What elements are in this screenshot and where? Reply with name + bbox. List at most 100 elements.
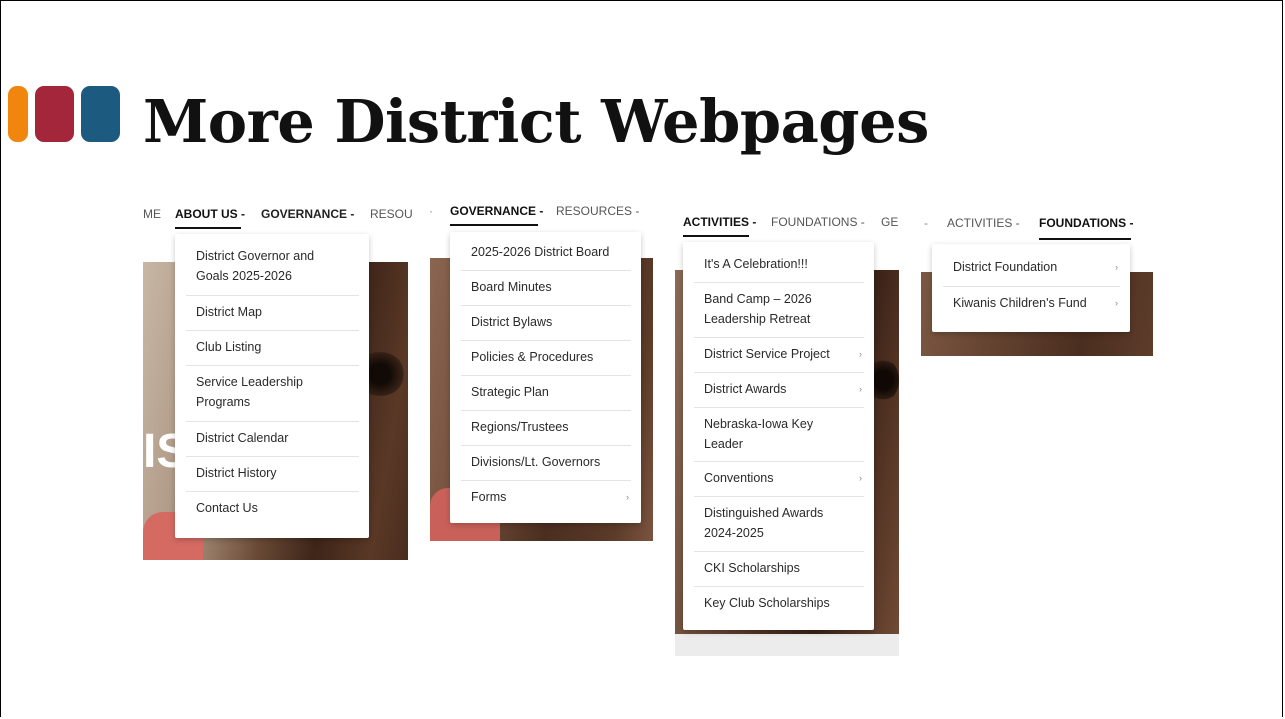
chevron-right-icon: ›	[626, 492, 629, 502]
menu-divider	[694, 496, 864, 497]
orange-accent-block	[8, 86, 28, 142]
menu-item-label: District Foundation	[953, 260, 1058, 274]
governance-menu-screenshot: · GOVERNANCE - RESOURCES - 2025-2026 Dis…	[428, 200, 656, 543]
nav-activities[interactable]: ACTIVITIES -	[947, 216, 1020, 230]
active-underline	[175, 227, 241, 229]
menu-item[interactable]: District Awards ›	[683, 379, 874, 407]
menu-item-label: Nebraska-Iowa Key Leader	[704, 417, 814, 451]
menu-divider	[186, 365, 359, 366]
chevron-right-icon: ›	[859, 349, 862, 359]
nav-foundations[interactable]: FOUNDATIONS -	[1039, 216, 1133, 230]
menu-item[interactable]: 2025-2026 District Board	[450, 242, 641, 270]
menu-item[interactable]: District History	[175, 463, 369, 491]
activities-menu-screenshot: ACTIVITIES - FOUNDATIONS - GE It's A Cel…	[673, 208, 901, 658]
menu-item-label: Policies & Procedures	[471, 350, 594, 364]
main-nav: ACTIVITIES - FOUNDATIONS - GE	[673, 215, 901, 235]
menu-divider	[461, 410, 631, 411]
nav-resources[interactable]: RESOU	[370, 207, 413, 221]
nav-governance[interactable]: GOVERNANCE -	[261, 207, 354, 221]
menu-item-label: District Service Project	[704, 347, 830, 361]
main-nav: - ACTIVITIES - FOUNDATIONS -	[920, 216, 1156, 236]
menu-item-label: District History	[196, 466, 277, 480]
menu-divider	[694, 407, 864, 408]
main-nav: ME ABOUT US - GOVERNANCE - RESOU	[133, 207, 413, 227]
menu-item-label: 2025-2026 District Board	[471, 245, 610, 259]
menu-item-label: Divisions/Lt. Governors	[471, 455, 601, 469]
chevron-right-icon: ›	[1115, 262, 1118, 272]
chevron-right-icon: ›	[859, 384, 862, 394]
menu-item-label: District Awards	[704, 382, 787, 396]
menu-item[interactable]: Divisions/Lt. Governors	[450, 452, 641, 480]
about-us-dropdown: District Governor and Goals 2025-2026 Di…	[175, 234, 369, 538]
menu-item[interactable]: District Calendar	[175, 428, 369, 456]
menu-item[interactable]: District Foundation ›	[932, 257, 1130, 285]
menu-item[interactable]: Regions/Trustees	[450, 417, 641, 445]
menu-divider	[186, 491, 359, 492]
nav-home[interactable]: ME	[143, 207, 161, 221]
menu-divider	[186, 456, 359, 457]
menu-item[interactable]: Policies & Procedures	[450, 347, 641, 375]
chevron-right-icon: ›	[859, 473, 862, 483]
menu-item-label: Strategic Plan	[471, 385, 549, 399]
menu-item-label: Contact Us	[196, 501, 258, 515]
menu-item[interactable]: Forms ›	[450, 487, 641, 515]
menu-divider	[461, 270, 631, 271]
menu-item[interactable]: Contact Us	[175, 498, 369, 526]
foundations-menu-screenshot: - ACTIVITIES - FOUNDATIONS - District Fo…	[920, 208, 1156, 358]
menu-item-label: Forms	[471, 490, 507, 504]
menu-divider	[694, 551, 864, 552]
menu-item[interactable]: Service Leadership Programs	[175, 372, 369, 422]
activities-dropdown: It's A Celebration!!! Band Camp – 2026 L…	[683, 242, 874, 630]
menu-item[interactable]: Conventions ›	[683, 468, 874, 496]
menu-divider	[694, 372, 864, 373]
active-underline	[450, 224, 538, 226]
menu-item[interactable]: Strategic Plan	[450, 382, 641, 410]
menu-item[interactable]: It's A Celebration!!!	[683, 254, 874, 282]
about-us-menu-screenshot: IS ME ABOUT US - GOVERNANCE - RESOU Dist…	[133, 200, 413, 562]
menu-divider	[694, 461, 864, 462]
chevron-right-icon: ›	[1115, 298, 1118, 308]
menu-item-label: Club Listing	[196, 340, 262, 354]
menu-item-label: Band Camp – 2026 Leadership Retreat	[704, 292, 812, 326]
menu-item-label: District Map	[196, 305, 262, 319]
menu-item[interactable]: Key Club Scholarships	[683, 593, 874, 621]
nav-about-us[interactable]: ABOUT US -	[175, 207, 245, 221]
menu-divider	[461, 340, 631, 341]
menu-item-label: Regions/Trustees	[471, 420, 569, 434]
nav-separator: -	[924, 216, 928, 230]
menu-item-label: District Bylaws	[471, 315, 553, 329]
menu-divider	[461, 480, 631, 481]
nav-separator: ·	[429, 204, 433, 218]
menu-divider	[186, 330, 359, 331]
nav-get-involved[interactable]: GE	[881, 215, 898, 229]
menu-item[interactable]: Board Minutes	[450, 277, 641, 305]
menu-item[interactable]: District Service Project ›	[683, 344, 874, 372]
nav-resources[interactable]: RESOURCES -	[556, 204, 639, 218]
menu-item-label: District Governor and Goals 2025-2026	[196, 249, 315, 283]
nav-governance[interactable]: GOVERNANCE -	[450, 204, 543, 218]
nav-activities[interactable]: ACTIVITIES -	[683, 215, 756, 229]
menu-divider	[186, 295, 359, 296]
menu-item[interactable]: District Governor and Goals 2025-2026	[175, 246, 369, 296]
menu-item[interactable]: CKI Scholarships	[683, 558, 874, 586]
menu-item[interactable]: Club Listing	[175, 337, 369, 365]
menu-item[interactable]: Distinguished Awards 2024-2025	[683, 503, 874, 553]
menu-item[interactable]: Kiwanis Children's Fund ›	[932, 293, 1130, 321]
menu-item[interactable]: Band Camp – 2026 Leadership Retreat	[683, 289, 874, 339]
menu-divider	[461, 445, 631, 446]
menu-item[interactable]: District Map	[175, 302, 369, 330]
active-underline	[683, 235, 749, 237]
menu-item-label: Conventions	[704, 471, 774, 485]
menu-item[interactable]: District Bylaws	[450, 312, 641, 340]
menu-item-label: Board Minutes	[471, 280, 552, 294]
nav-foundations[interactable]: FOUNDATIONS -	[771, 215, 865, 229]
menu-divider	[694, 586, 864, 587]
slide-title: More District Webpages	[143, 87, 929, 156]
red-accent-block	[35, 86, 74, 142]
menu-item[interactable]: Nebraska-Iowa Key Leader	[683, 414, 874, 464]
menu-divider	[943, 286, 1120, 287]
blue-accent-block	[81, 86, 120, 142]
menu-item-label: Key Club Scholarships	[704, 596, 830, 610]
menu-item-label: District Calendar	[196, 431, 289, 445]
active-underline	[1039, 238, 1131, 240]
